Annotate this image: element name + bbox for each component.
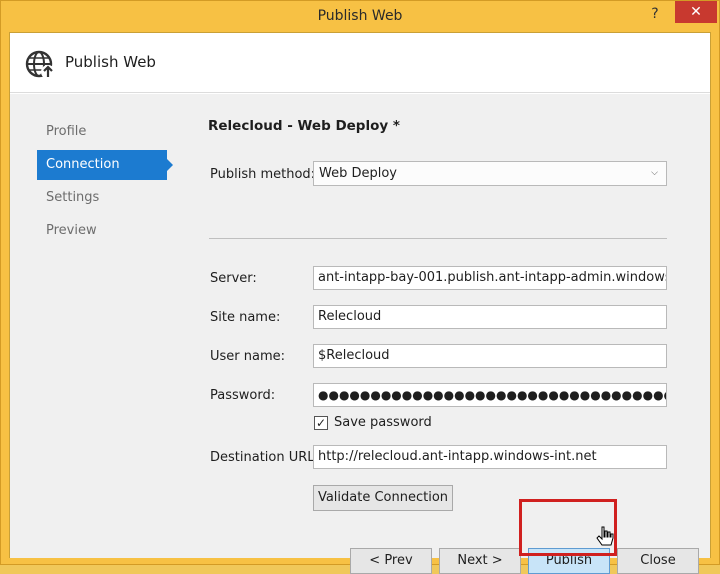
dialog-body: Profile Connection Settings Preview Rele… — [10, 94, 710, 574]
publish-method-label: Publish method: — [210, 167, 316, 182]
dialog-header: Publish Web — [10, 33, 710, 93]
close-button[interactable]: Close — [617, 548, 699, 574]
globe-publish-icon — [25, 50, 55, 79]
title-bar: Publish Web ? ✕ — [1, 1, 719, 32]
next-button[interactable]: Next > — [439, 548, 521, 574]
chevron-down-icon: ⌵ — [651, 168, 658, 178]
password-label: Password: — [210, 388, 276, 403]
window-title: Publish Web — [317, 8, 403, 24]
server-input[interactable]: ant-intapp-bay-001.publish.ant-intapp-ad… — [313, 266, 667, 290]
password-input[interactable]: ●●●●●●●●●●●●●●●●●●●●●●●●●●●●●●●●●●●●●●●●… — [313, 383, 667, 407]
server-label: Server: — [210, 271, 257, 286]
nav-item-profile[interactable]: Profile — [37, 117, 167, 147]
nav-item-connection[interactable]: Connection — [37, 150, 173, 180]
nav-item-preview[interactable]: Preview — [37, 216, 167, 246]
mouse-cursor-icon — [596, 526, 614, 546]
save-password-label[interactable]: Save password — [334, 415, 432, 430]
header-title: Publish Web — [65, 53, 156, 71]
divider — [209, 238, 667, 239]
dialog-client: Publish Web Profile Connection Settings … — [9, 32, 711, 574]
window-close-button[interactable]: ✕ — [675, 1, 717, 23]
prev-button[interactable]: < Prev — [350, 548, 432, 574]
profile-title: Relecloud - Web Deploy * — [208, 118, 400, 134]
site-name-label: Site name: — [210, 310, 281, 325]
user-name-input[interactable]: $Relecloud — [313, 344, 667, 368]
destination-url-label: Destination URL: — [210, 450, 319, 465]
publish-web-window: Publish Web ? ✕ Publish Web Profile Conn… — [0, 0, 720, 574]
publish-method-select[interactable]: Web Deploy ⌵ — [313, 161, 667, 186]
user-name-label: User name: — [210, 349, 286, 364]
help-button[interactable]: ? — [641, 4, 669, 24]
validate-connection-button[interactable]: Validate Connection — [313, 485, 453, 511]
publish-method-value: Web Deploy — [319, 166, 397, 181]
site-name-input[interactable]: Relecloud — [313, 305, 667, 329]
save-password-checkbox[interactable]: ✓ — [314, 416, 328, 430]
destination-url-input[interactable]: http://relecloud.ant-intapp.windows-int.… — [313, 445, 667, 469]
nav-item-settings[interactable]: Settings — [37, 183, 167, 213]
